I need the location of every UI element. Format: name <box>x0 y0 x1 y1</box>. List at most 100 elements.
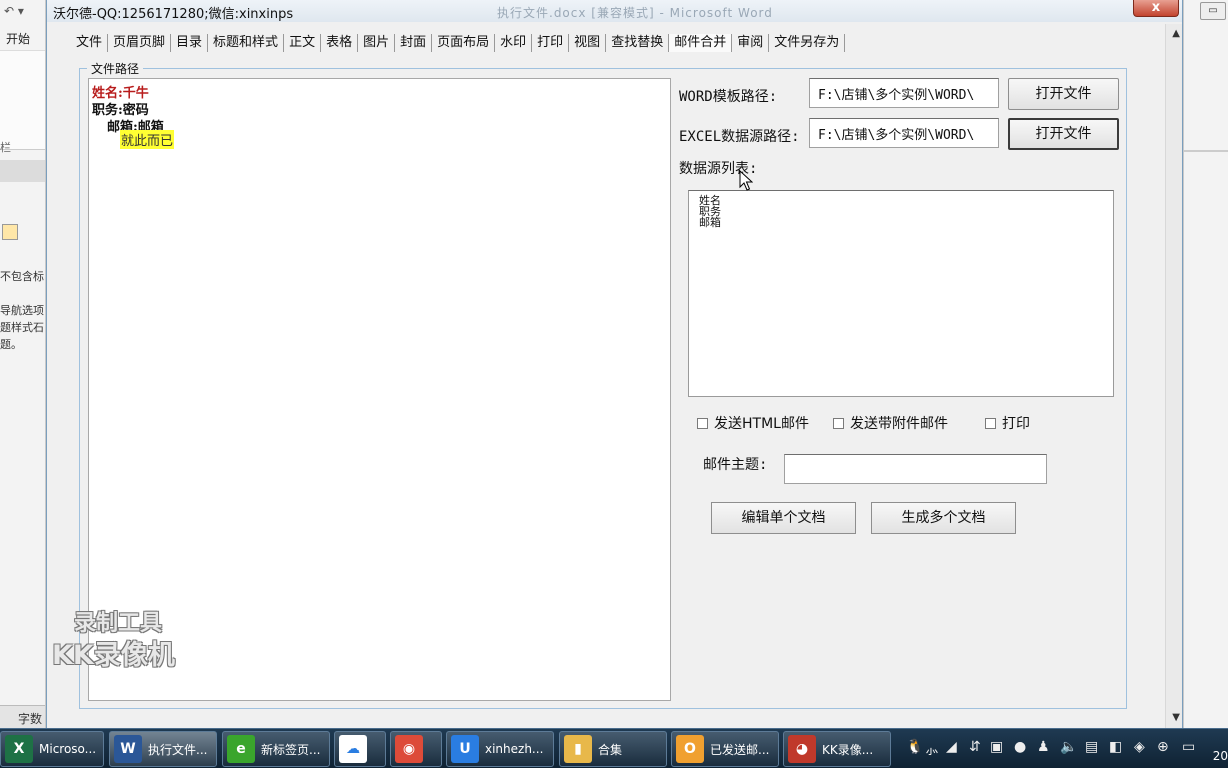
checkbox-label: 发送带附件邮件 <box>850 416 948 432</box>
highlighted-text: 就此而已 <box>120 130 175 149</box>
print-checkbox[interactable]: 打印 <box>985 413 1030 433</box>
watermark-line: KK录像机 <box>52 640 175 671</box>
app-tray-icon[interactable]: ▣ <box>990 739 1003 755</box>
qq-tray-icon[interactable]: ♟ <box>1037 739 1050 755</box>
kk-recorder-icon: ◕ <box>788 735 816 763</box>
menu-item[interactable]: 水印 <box>495 34 533 52</box>
display-icon[interactable]: ▭ <box>1182 739 1195 755</box>
send-attachment-mail-checkbox[interactable]: 发送带附件邮件 <box>833 413 948 433</box>
menu-item[interactable]: 目录 <box>171 34 209 52</box>
word-template-path-field[interactable]: F:\店铺\多个实例\WORD\ <box>809 78 999 108</box>
navigation-pane-header <box>0 160 45 182</box>
window-title: 沃尔德-QQ:1256171280;微信:xinxinps <box>53 7 294 22</box>
nav-pane-text: 题样式石 <box>0 321 44 334</box>
menu-item[interactable]: 查找替换 <box>606 34 670 52</box>
input-method-icon[interactable]: ⺗ <box>925 739 939 759</box>
taskbar-label: Microso... <box>39 742 97 756</box>
plus-tray-icon[interactable]: ⊕ <box>1157 739 1169 755</box>
taskbar-button[interactable]: X Microso... <box>0 731 104 767</box>
generate-multiple-documents-button[interactable]: 生成多个文档 <box>871 502 1016 534</box>
taskbar-label: 已发送邮... <box>710 742 770 757</box>
word-count-status[interactable]: 字数 <box>0 705 45 728</box>
taskbar-button[interactable]: O 已发送邮... <box>671 731 779 767</box>
menu-item[interactable]: 正文 <box>284 34 322 52</box>
watermark-line: 录制工具 <box>74 611 163 636</box>
menu-item[interactable]: 视图 <box>569 34 607 52</box>
baidu-cloud-icon: ☁ <box>339 735 367 763</box>
ribbon-tab-home[interactable]: 开始 <box>6 30 30 47</box>
folder-icon: ▮ <box>564 735 592 763</box>
edit-single-document-button[interactable]: 编辑单个文档 <box>711 502 856 534</box>
taskbar-button[interactable]: ◉ <box>390 731 442 767</box>
checkbox-label: 发送HTML邮件 <box>714 416 809 432</box>
checkbox-box[interactable] <box>833 417 844 429</box>
mail-subject-label: 邮件主题: <box>703 457 768 473</box>
checkbox-box[interactable] <box>985 417 996 429</box>
menu-item[interactable]: 文件另存为 <box>769 34 846 52</box>
menu-item[interactable]: 页面布局 <box>432 34 496 52</box>
shield-icon[interactable]: ◈ <box>1134 739 1145 755</box>
taskbar-label: 执行文件... <box>148 742 208 757</box>
mouse-cursor-icon <box>739 170 753 191</box>
open-word-template-button[interactable]: 打开文件 <box>1008 78 1119 110</box>
scroll-down-icon[interactable]: ▼ <box>1172 712 1180 723</box>
list-item[interactable]: 职务 <box>699 206 1103 217</box>
qq-mail-icon: U <box>451 735 479 763</box>
taskbar-label: xinhezh... <box>485 742 544 756</box>
background-word-window-right: ▭ <box>1183 0 1228 728</box>
taskbar-button[interactable]: ◕ KK录像... <box>783 731 891 767</box>
nav-pane-text: 题。 <box>0 338 22 351</box>
menu-item[interactable]: 邮件合并 <box>669 34 733 52</box>
taskbar-button[interactable]: Uxinhezh... <box>446 731 554 767</box>
close-button[interactable]: x <box>1133 0 1179 17</box>
open-excel-source-button[interactable]: 打开文件 <box>1008 118 1119 150</box>
taskbar-button[interactable]: ▮ 合集 <box>559 731 667 767</box>
menu-bar: 文件 页眉页脚 目录 标题和样式 正文 表格 图片 封面 页面布局 水印 打印 视图 查找替换 邮件合并审… <box>71 32 846 54</box>
menu-item[interactable]: 文件 <box>71 34 109 52</box>
menu-item[interactable]: 审阅 <box>732 34 770 52</box>
undo-icon[interactable]: ↶ ▾ <box>4 4 24 18</box>
checkbox-label: 打印 <box>1002 416 1030 432</box>
office-tray-icon[interactable]: ◧ <box>1109 739 1122 755</box>
taskbar-button[interactable]: ☁ <box>334 731 386 767</box>
taskbar-button[interactable]: e 新标签页... <box>222 731 330 767</box>
excel-source-label: EXCEL数据源路径: <box>679 129 800 145</box>
volume-icon[interactable]: 🔈 <box>1060 739 1077 755</box>
taskbar-label: KK录像... <box>822 742 874 757</box>
word-template-label: WORD模板路径: <box>679 89 778 105</box>
taskbar-label: 新标签页... <box>261 742 321 757</box>
action-center-icon[interactable]: ▤ <box>1085 739 1098 755</box>
background-window-title: 执行文件.docx [兼容模式] - Microsoft Word <box>497 6 773 20</box>
menu-item[interactable]: 封面 <box>395 34 433 52</box>
vertical-scrollbar[interactable] <box>1165 24 1182 728</box>
outlook-icon: O <box>676 735 704 763</box>
browser-360-icon: e <box>227 735 255 763</box>
taskbar-button[interactable]: W 执行文件... <box>109 731 217 767</box>
checkbox-box[interactable] <box>697 417 708 429</box>
menu-item[interactable]: 标题和样式 <box>208 34 285 52</box>
recorder-watermark: 录制工具 KK录像机 <box>52 608 175 672</box>
template-preview-editor[interactable]: 姓名:千牛 职务:密码 邮箱:邮箱 就此而已 <box>88 78 671 701</box>
taskbar-label: 合集 <box>598 742 623 757</box>
signal-icon[interactable]: ◢ <box>946 739 957 755</box>
scroll-up-icon[interactable]: ▲ <box>1172 28 1180 39</box>
list-item[interactable]: 邮箱 <box>699 217 1103 228</box>
qq-tray-icon[interactable]: 🐧 <box>906 739 923 755</box>
excel-source-path-field[interactable]: F:\店铺\多个实例\WORD\ <box>809 118 999 148</box>
security-tray-icon[interactable]: ● <box>1014 739 1026 755</box>
menu-item[interactable]: 表格 <box>321 34 359 52</box>
menu-item[interactable]: 打印 <box>532 34 570 52</box>
menu-item[interactable]: 图片 <box>358 34 396 52</box>
mail-subject-input[interactable] <box>784 454 1047 484</box>
background-word-window: ↶ ▾ 开始 栏 不包含标 导航选项 题样式石 题。 字数 <box>0 0 46 728</box>
menu-item[interactable]: 页眉页脚 <box>108 34 172 52</box>
send-html-mail-checkbox[interactable]: 发送HTML邮件 <box>697 413 809 433</box>
clock[interactable]: 20 <box>1213 749 1228 763</box>
browse-headings-icon[interactable] <box>2 224 18 240</box>
network-icon[interactable]: ⇵ <box>969 739 981 755</box>
excel-icon: X <box>5 735 33 763</box>
word-icon: W <box>114 735 142 763</box>
datasource-listbox[interactable]: 姓名 职务 邮箱 <box>688 190 1114 397</box>
minimize-icon[interactable]: ▭ <box>1200 2 1226 20</box>
list-item[interactable]: 姓名 <box>699 195 1103 206</box>
